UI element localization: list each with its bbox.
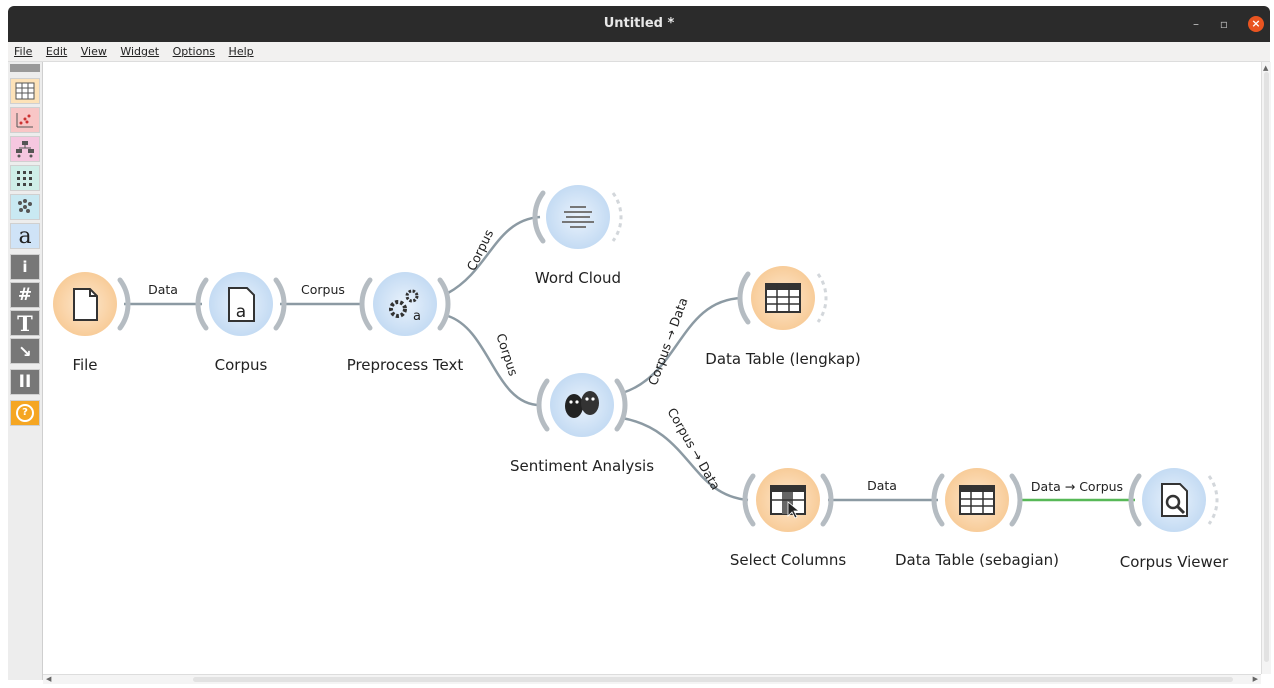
input-anchor[interactable]: [359, 277, 373, 331]
scroll-right-icon[interactable]: ▶: [1253, 675, 1258, 683]
scroll-left-icon[interactable]: ◀: [46, 675, 51, 683]
table-icon: [15, 82, 35, 100]
widget-toolbox: a i # T ↘ II ?: [8, 62, 43, 680]
evaluate-category[interactable]: [10, 165, 40, 191]
menu-edit[interactable]: Edit: [46, 45, 67, 58]
node-corpus[interactable]: a Corpus: [195, 272, 287, 374]
table-icon: [765, 283, 801, 313]
pause-icon: II: [18, 372, 32, 392]
menu-bar: File Edit View Widget Options Help: [8, 42, 1270, 62]
text-t-icon: T: [17, 310, 33, 336]
text-mining-category[interactable]: a: [10, 223, 40, 249]
hash-icon: #: [17, 285, 33, 305]
node-data-table-lengkap[interactable]: Data Table (lengkap): [705, 266, 861, 368]
horizontal-scroll-thumb[interactable]: [193, 677, 1233, 682]
node-word-cloud[interactable]: Word Cloud: [532, 185, 623, 287]
window-titlebar: Untitled * – ▫ ×: [8, 6, 1270, 42]
toolbox-collapse-handle[interactable]: [10, 64, 40, 72]
scroll-up-icon[interactable]: ▲: [1263, 64, 1268, 72]
node-label: Corpus: [215, 356, 268, 374]
corpus-icon: a: [228, 287, 255, 322]
input-anchor[interactable]: [536, 378, 550, 432]
hash-tool[interactable]: #: [10, 282, 40, 308]
menu-options[interactable]: Options: [173, 45, 215, 58]
output-anchor[interactable]: [611, 192, 623, 242]
minimize-icon[interactable]: –: [1188, 16, 1204, 32]
link-preprocess-wordcloud[interactable]: [447, 215, 541, 295]
node-select-columns[interactable]: Select Columns: [730, 468, 846, 569]
link-label: Data → Corpus: [1031, 479, 1123, 494]
output-anchor[interactable]: [1207, 475, 1219, 525]
scatter-plot-icon: [16, 113, 33, 128]
grid-icon: [17, 171, 32, 186]
text-annotation-tool[interactable]: T: [10, 310, 40, 336]
visualize-category[interactable]: [10, 107, 40, 133]
output-anchor[interactable]: [437, 277, 451, 331]
arrow-annotation-tool[interactable]: ↘: [10, 338, 40, 364]
info-tool[interactable]: i: [10, 254, 40, 280]
help-tool[interactable]: ?: [10, 400, 40, 426]
menu-help[interactable]: Help: [229, 45, 254, 58]
node-label: Select Columns: [730, 551, 846, 569]
link-label: Data: [148, 282, 178, 297]
arrow-icon: ↘: [18, 341, 32, 361]
file-icon: [73, 288, 98, 321]
text-a-icon: a: [18, 223, 32, 249]
menu-widget[interactable]: Widget: [120, 45, 159, 58]
cluster-icon: [18, 199, 32, 213]
svg-text:a: a: [413, 309, 421, 324]
info-icon: i: [22, 258, 28, 276]
maximize-icon[interactable]: ▫: [1216, 16, 1232, 32]
unsupervised-category[interactable]: [10, 194, 40, 220]
node-label: Corpus Viewer: [1120, 553, 1229, 571]
node-file[interactable]: File: [53, 272, 131, 374]
horizontal-scrollbar[interactable]: ◀ ▶: [43, 674, 1261, 684]
tree-icon: [16, 141, 34, 158]
node-label: Data Table (sebagian): [895, 551, 1059, 569]
select-columns-icon: [770, 485, 806, 519]
link-label: Data: [867, 478, 897, 493]
pause-tool[interactable]: II: [10, 369, 40, 395]
input-anchor[interactable]: [737, 271, 751, 325]
magnifier-doc-icon: [1161, 483, 1188, 517]
data-category[interactable]: [10, 78, 40, 104]
menu-view[interactable]: View: [81, 45, 107, 58]
node-label: Word Cloud: [535, 269, 621, 287]
node-corpus-viewer[interactable]: Corpus Viewer: [1120, 468, 1229, 571]
close-icon[interactable]: ×: [1248, 16, 1264, 32]
vertical-scrollbar[interactable]: ▲: [1261, 62, 1271, 674]
output-anchor[interactable]: [816, 273, 828, 323]
output-anchor[interactable]: [1009, 473, 1023, 527]
help-icon: ?: [16, 404, 34, 422]
node-label: File: [72, 356, 97, 374]
model-category[interactable]: [10, 136, 40, 162]
workflow-graph: Data Corpus Corpus Corpus Corpus → Data …: [53, 185, 1229, 571]
link-label: Corpus → Data: [645, 296, 691, 388]
node-preprocess-text[interactable]: a Preprocess Text: [347, 272, 464, 374]
vertical-scroll-thumb[interactable]: [1264, 72, 1269, 662]
node-label: Data Table (lengkap): [705, 350, 860, 368]
link-label: Corpus → Data: [664, 405, 723, 492]
table-icon: [959, 485, 995, 515]
link-label: Corpus: [493, 331, 521, 377]
svg-text:a: a: [236, 302, 246, 322]
window-title: Untitled *: [603, 16, 675, 31]
menu-file[interactable]: File: [14, 45, 32, 58]
workflow-canvas[interactable]: Data Corpus Corpus Corpus Corpus → Data …: [43, 62, 1261, 674]
output-anchor[interactable]: [820, 473, 834, 527]
node-label: Sentiment Analysis: [510, 457, 654, 475]
input-anchor[interactable]: [742, 473, 756, 527]
link-label: Corpus: [301, 282, 345, 297]
output-anchor[interactable]: [614, 378, 628, 432]
node-label: Preprocess Text: [347, 356, 464, 374]
